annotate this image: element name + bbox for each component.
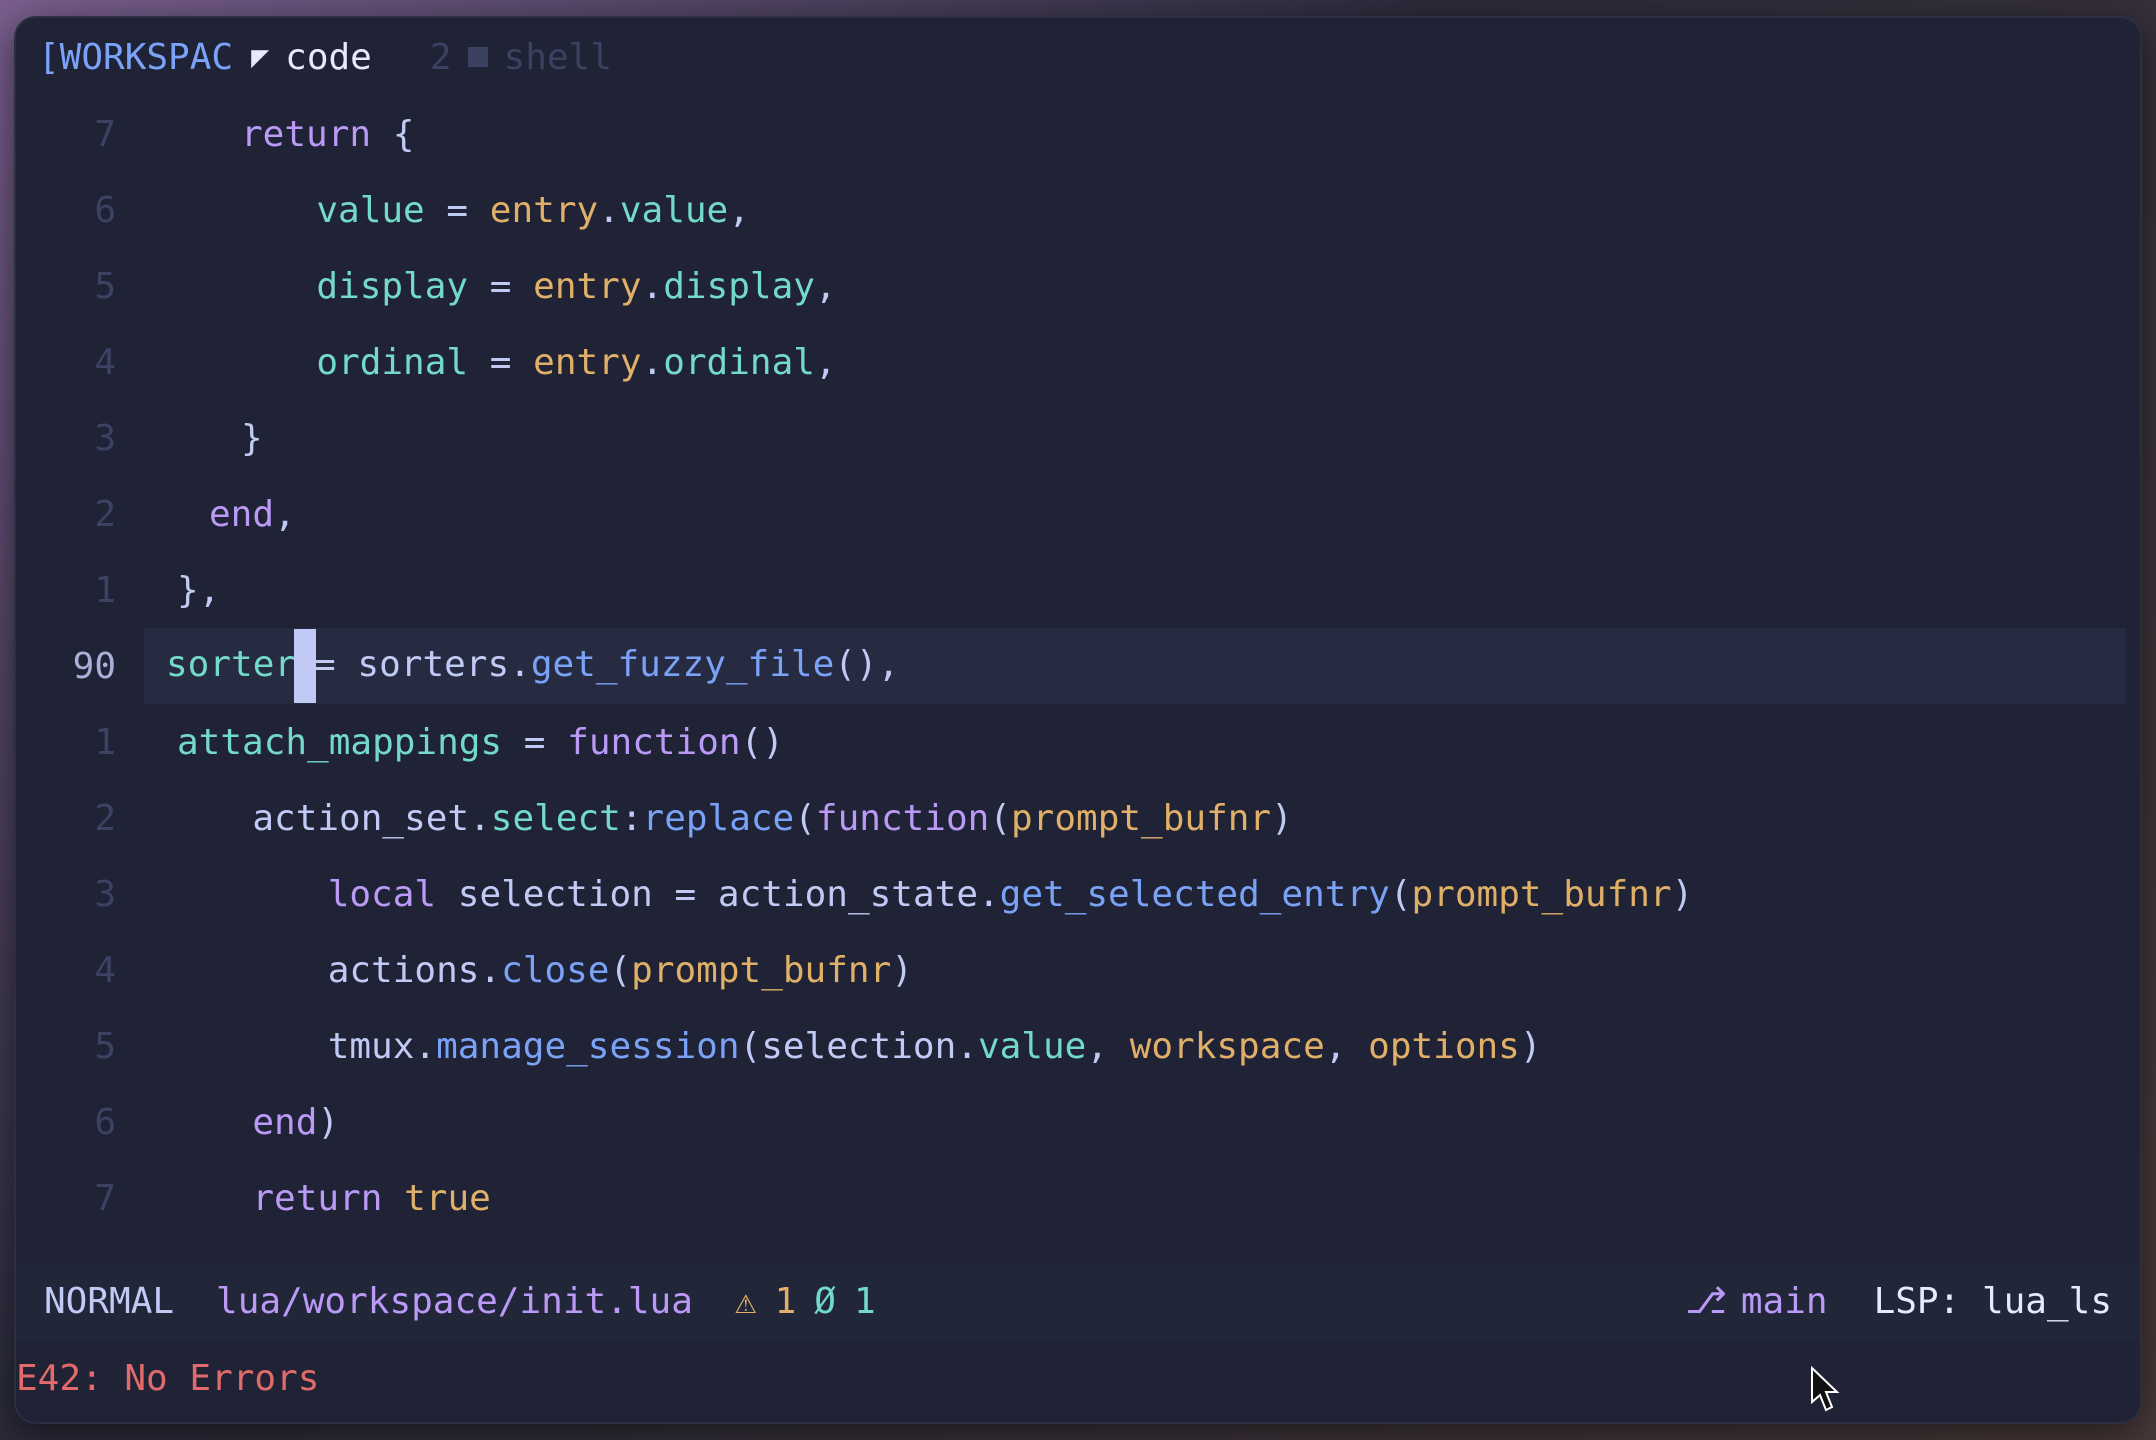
tab-shell-index: 2 bbox=[429, 36, 452, 78]
code-line[interactable]: 1 attach_mappings = function() bbox=[16, 704, 2140, 780]
line-number: 90 bbox=[72, 645, 116, 687]
line-content[interactable]: end, bbox=[209, 494, 296, 535]
code-line[interactable]: 4 ordinal = entry.ordinal, bbox=[16, 324, 2140, 400]
code-line[interactable]: 1}, bbox=[16, 552, 2140, 628]
line-content[interactable]: display = entry.display, bbox=[273, 266, 836, 307]
current-line[interactable]: 90 sorter = sorters.get_fuzzy_file(), bbox=[73, 628, 2126, 704]
tab-code[interactable]: ◤ code bbox=[251, 37, 372, 78]
code-line[interactable]: 7 return true bbox=[16, 1160, 2140, 1236]
terminal-window: [WORKSPAC ◤ code 2 shell 7 return { 6 valu… bbox=[14, 16, 2142, 1424]
line-number: 7 bbox=[94, 1177, 116, 1219]
branch-icon: ⎇ bbox=[1685, 1280, 1727, 1322]
info-count: 1 bbox=[853, 1280, 876, 1322]
line-number: 2 bbox=[94, 493, 116, 535]
line-number: 1 bbox=[94, 721, 116, 763]
mode-indicator: NORMAL bbox=[44, 1280, 175, 1322]
tab-shell[interactable]: 2 shell bbox=[430, 37, 612, 78]
code-line[interactable]: 5 display = entry.display, bbox=[16, 248, 2140, 324]
warning-count: 1 bbox=[774, 1280, 797, 1322]
line-number: 5 bbox=[94, 265, 116, 307]
line-content[interactable]: return true bbox=[209, 1178, 490, 1219]
line-content[interactable]: ordinal = entry.ordinal, bbox=[273, 342, 836, 383]
mouse-pointer-icon bbox=[1811, 1366, 1840, 1412]
square-icon bbox=[467, 46, 488, 67]
tmux-tabbar: [WORKSPAC ◤ code 2 shell bbox=[16, 18, 2140, 96]
line-content[interactable]: attach_mappings = function() bbox=[177, 722, 784, 763]
line-number: 6 bbox=[94, 189, 116, 231]
line-number: 3 bbox=[94, 417, 116, 459]
branch-name: main bbox=[1740, 1280, 1828, 1322]
line-content[interactable]: return { bbox=[241, 114, 414, 155]
line-content[interactable]: action_set.select:replace(function(promp… bbox=[209, 798, 1292, 839]
code-line[interactable]: 4 actions.close(prompt_bufnr) bbox=[16, 932, 2140, 1008]
info-icon: Ø bbox=[814, 1280, 836, 1322]
line-content[interactable]: local selection = action_state.get_selec… bbox=[241, 874, 1694, 915]
line-number: 4 bbox=[94, 949, 116, 991]
code-line[interactable]: 5 tmux.manage_session(selection.value, w… bbox=[16, 1008, 2140, 1084]
tab-code-label: code bbox=[285, 36, 372, 78]
line-number: 4 bbox=[94, 341, 116, 383]
code-line[interactable]: 2 end, bbox=[16, 476, 2140, 552]
line-number: 3 bbox=[94, 873, 116, 915]
line-content[interactable]: sorter = sorters.get_fuzzy_file(), bbox=[166, 629, 899, 703]
line-number: 1 bbox=[94, 569, 116, 611]
file-path[interactable]: lua/workspace/init.lua bbox=[216, 1281, 693, 1322]
editor-buffer[interactable]: 7 return {6 value = entry.value, 5 display… bbox=[16, 96, 2140, 1266]
line-content[interactable]: value = entry.value, bbox=[273, 190, 750, 231]
line-content[interactable]: } bbox=[241, 418, 263, 459]
code-line[interactable]: 2 action_set.select:replace(function(pro… bbox=[16, 780, 2140, 856]
line-content[interactable]: tmux.manage_session(selection.value, wor… bbox=[241, 1026, 1542, 1067]
code-line[interactable]: 6 value = entry.value, bbox=[16, 172, 2140, 248]
git-branch[interactable]: ⎇ main bbox=[1685, 1281, 1827, 1322]
active-tab-icon: ◤ bbox=[251, 39, 270, 75]
code-line[interactable]: 7 return { bbox=[16, 96, 2140, 172]
workspace-label: [WORKSPAC bbox=[38, 36, 234, 78]
line-number: 5 bbox=[94, 1025, 116, 1067]
line-number: 2 bbox=[94, 797, 116, 839]
code-line[interactable]: 3} bbox=[16, 400, 2140, 476]
line-number: 6 bbox=[94, 1101, 116, 1143]
line-content[interactable]: actions.close(prompt_bufnr) bbox=[241, 950, 913, 991]
lsp-status[interactable]: LSP: lua_ls bbox=[1874, 1281, 2112, 1322]
code-line[interactable]: 6 end) bbox=[16, 1084, 2140, 1160]
code-line[interactable]: 3 local selection = action_state.get_sel… bbox=[16, 856, 2140, 932]
line-content[interactable]: }, bbox=[177, 570, 220, 611]
line-number: 7 bbox=[94, 113, 116, 155]
line-content[interactable]: end) bbox=[209, 1102, 339, 1143]
warning-icon: ⚠ bbox=[734, 1280, 757, 1322]
tab-shell-label: shell bbox=[503, 36, 612, 78]
statusline: NORMAL lua/workspace/init.lua ⚠ 1 Ø 1 ⎇ … bbox=[16, 1263, 2140, 1339]
statusline-right: ⎇ main LSP: lua_ls bbox=[1685, 1281, 2112, 1322]
diagnostics[interactable]: ⚠ 1 Ø 1 bbox=[735, 1281, 876, 1322]
